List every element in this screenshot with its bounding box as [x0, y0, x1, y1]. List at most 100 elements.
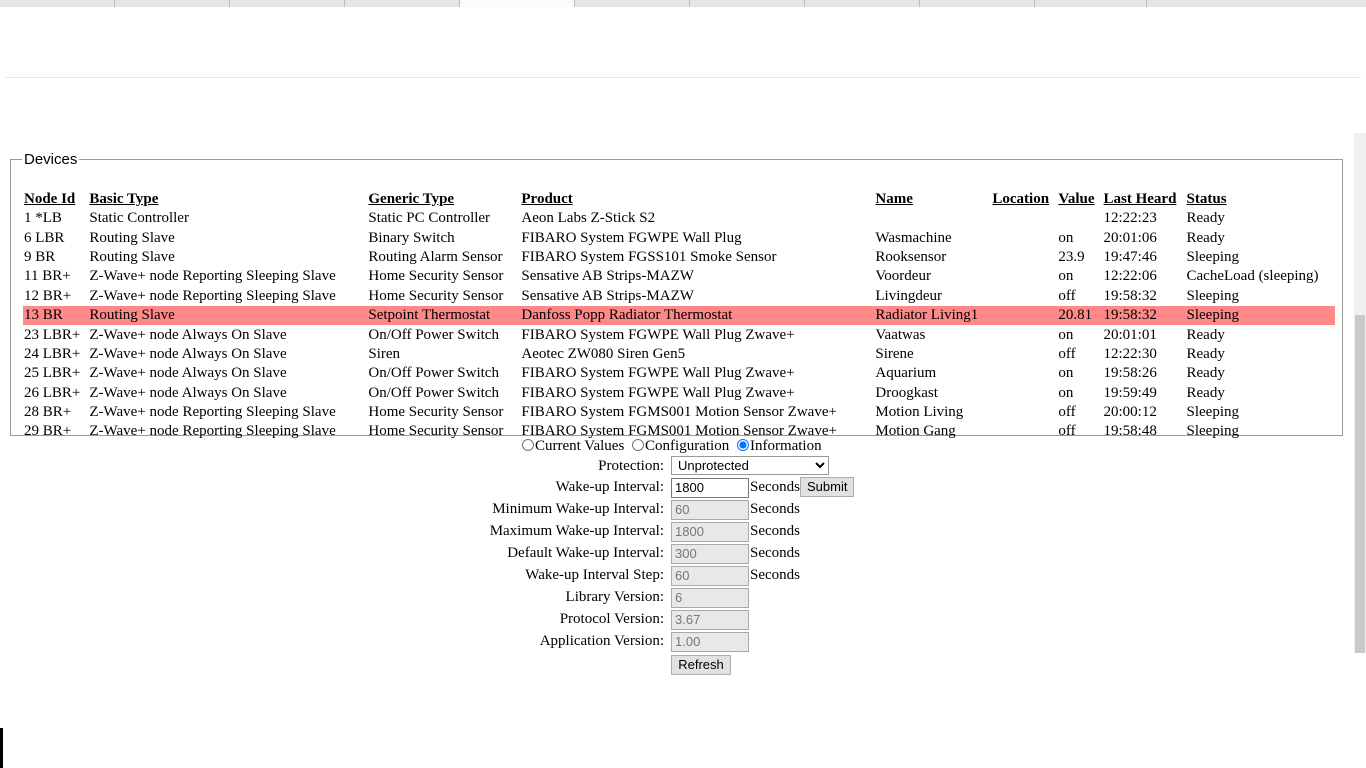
refresh-button[interactable]: Refresh [671, 655, 731, 675]
cell-status: Sleeping [1186, 423, 1240, 440]
wakeup-input[interactable]: 1800 [671, 478, 749, 498]
cell-product: Aeon Labs Z-Stick S2 [521, 210, 656, 227]
cell-generic-type: Setpoint Thermostat [367, 305, 521, 326]
wakeup-step-label: Wake-up Interval Step: [525, 567, 664, 583]
cell-value: on [1058, 365, 1074, 382]
wakeup-step-field: 60 [671, 566, 749, 586]
header-divider [5, 77, 1361, 78]
cell-generic-type: Siren [368, 345, 401, 362]
left-edge-bar [0, 728, 3, 768]
cell-node-id: 29 BR+ [24, 423, 72, 440]
cell-status: Sleeping [1186, 248, 1240, 265]
cell-last-heard: 12:22:30 [1103, 345, 1157, 362]
wakeup-step-unit: Seconds [750, 567, 800, 583]
table-row[interactable]: 26 LBR+ Z-Wave+ node Always On Slave On/Of… [23, 384, 1335, 403]
cell-product: Danfoss Popp Radiator Thermostat [520, 305, 875, 326]
default-wakeup-label: Default Wake-up Interval: [507, 545, 664, 561]
view-option-information[interactable]: Information [736, 438, 822, 454]
cell-basic-type: Z-Wave+ node Reporting Sleeping Slave [89, 423, 336, 440]
cell-value: off [1058, 345, 1076, 362]
cell-product: FIBARO System FGWPE Wall Plug [521, 229, 742, 246]
cell-node-id: 12 BR+ [24, 287, 72, 304]
col-basic-type[interactable]: Basic Type [88, 190, 367, 209]
devices-legend: Devices [24, 151, 78, 168]
cell-value: on [1058, 326, 1074, 343]
min-wakeup-row: Minimum Wake-up Interval: 60 Seconds [0, 498, 1366, 520]
table-row[interactable]: 13 BR Routing Slave Setpoint Thermostat Dan… [23, 305, 1335, 326]
cell-node-id: 26 LBR+ [24, 384, 81, 401]
tab[interactable] [115, 0, 230, 7]
cell-last-heard: 19:59:49 [1103, 384, 1157, 401]
cell-name: Droogkast [875, 384, 938, 401]
tab[interactable] [805, 0, 920, 7]
col-last-heard[interactable]: Last Heard [1103, 190, 1186, 209]
cell-last-heard: 19:58:48 [1103, 423, 1157, 440]
cell-generic-type: Home Security Sensor [368, 404, 504, 421]
cell-basic-type: Z-Wave+ node Reporting Sleeping Slave [89, 268, 336, 285]
radio-information[interactable] [736, 439, 749, 451]
cell-status: Sleeping [1186, 404, 1240, 421]
scrollbar-thumb[interactable] [1355, 315, 1365, 653]
cell-node-id: 13 BR [23, 305, 89, 326]
max-wakeup-row: Maximum Wake-up Interval: 1800 Seconds [0, 520, 1366, 542]
table-row[interactable]: 23 LBR+ Z-Wave+ node Always On Slave On/Of… [23, 325, 1335, 344]
protocol-version-label: Protocol Version: [559, 611, 664, 627]
cell-node-id: 9 BR [24, 248, 56, 265]
col-status[interactable]: Status [1186, 190, 1335, 209]
protection-select[interactable]: Unprotected [671, 456, 829, 475]
cell-product: FIBARO System FGMS001 Motion Sensor Zwav… [521, 404, 837, 421]
header-panel [5, 7, 1361, 77]
table-row[interactable]: 24 LBR+ Z-Wave+ node Always On Slave Siren… [23, 345, 1335, 364]
col-generic-type[interactable]: Generic Type [367, 190, 520, 209]
col-name[interactable]: Name [874, 190, 991, 209]
cell-status: Sleeping [1185, 305, 1335, 326]
cell-node-id: 1 *LB [24, 210, 62, 227]
tab[interactable] [230, 0, 345, 7]
tab-active[interactable] [460, 0, 575, 7]
tab-strip-edge [1146, 0, 1147, 7]
tab-strip-rest [1035, 0, 1366, 7]
col-product[interactable]: Product [520, 190, 874, 209]
tab[interactable] [690, 0, 805, 7]
table-row[interactable]: 11 BR+ Z-Wave+ node Reporting Sleeping Sl… [23, 267, 1335, 286]
cell-product: Sensative AB Strips-MAZW [521, 268, 694, 285]
cell-value: on [1058, 229, 1074, 246]
cell-product: Aeotec ZW080 Siren Gen5 [521, 345, 686, 362]
cell-basic-type: Z-Wave+ node Reporting Sleeping Slave [89, 287, 336, 304]
cell-generic-type: Binary Switch [368, 229, 455, 246]
table-row[interactable]: 6 LBR Routing Slave Binary Switch FIBARO Sy… [23, 228, 1335, 247]
submit-button[interactable]: Submit [800, 477, 855, 497]
vertical-scrollbar[interactable] [1354, 133, 1366, 653]
tab[interactable] [575, 0, 690, 7]
table-row[interactable]: 1 *LB Static Controller Static PC Controll… [23, 209, 1335, 228]
cell-product: Sensative AB Strips-MAZW [521, 287, 694, 304]
radio-current-values[interactable] [522, 439, 534, 451]
table-row[interactable]: 9 BR Routing Slave Routing Alarm Sensor FIB… [23, 248, 1335, 267]
col-location[interactable]: Location [991, 190, 1057, 209]
table-row[interactable]: 25 LBR+ Z-Wave+ node Always On Slave On/Of… [23, 364, 1335, 383]
cell-location [991, 287, 1057, 306]
radio-configuration[interactable] [632, 439, 645, 451]
application-version-label: Application Version: [539, 633, 664, 649]
view-option-current-values[interactable]: Current Values [522, 438, 624, 454]
cell-last-heard: 19:58:32 [1103, 287, 1157, 304]
cell-last-heard: 19:47:46 [1103, 248, 1157, 265]
cell-value: off [1058, 404, 1076, 421]
col-node-id[interactable]: Node Id [23, 190, 88, 209]
col-value[interactable]: Value [1057, 190, 1102, 209]
max-wakeup-unit: Seconds [750, 523, 800, 539]
cell-value [1057, 209, 1102, 228]
cell-location [991, 305, 1058, 326]
cell-basic-type: Z-Wave+ node Reporting Sleeping Slave [89, 404, 336, 421]
table-row[interactable]: 28 BR+ Z-Wave+ node Reporting Sleeping Sl… [23, 403, 1335, 422]
table-row[interactable]: 12 BR+ Z-Wave+ node Reporting Sleeping Sl… [23, 287, 1335, 306]
cell-basic-type: Z-Wave+ node Always On Slave [89, 345, 287, 362]
tab[interactable] [0, 0, 115, 7]
tab[interactable] [345, 0, 460, 7]
cell-product: FIBARO System FGWPE Wall Plug Zwave+ [521, 365, 795, 382]
library-version-row: Library Version: 6 [0, 586, 1366, 608]
view-option-label: Information [749, 438, 822, 454]
library-version-label: Library Version: [565, 589, 664, 605]
tab[interactable] [920, 0, 1035, 7]
view-option-configuration[interactable]: Configuration [632, 438, 729, 454]
